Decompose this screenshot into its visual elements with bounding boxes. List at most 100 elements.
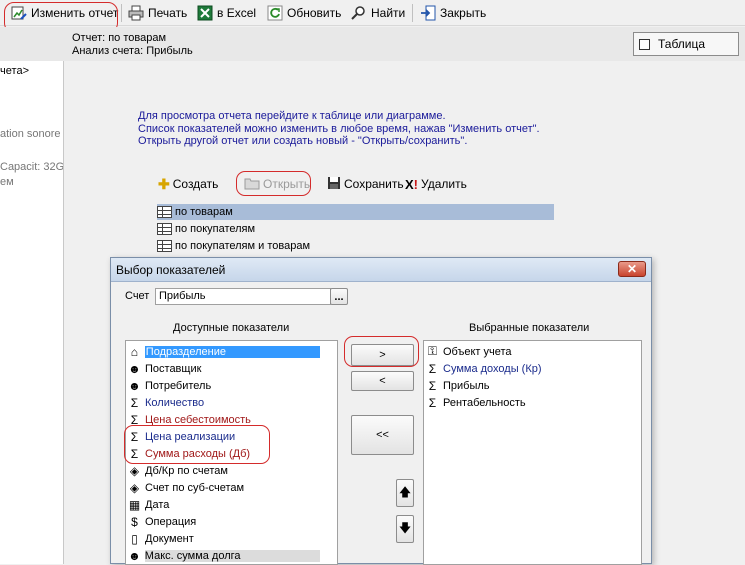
- available-item[interactable]: ⌂ Подразделение: [128, 343, 320, 360]
- dialog-close-button[interactable]: ✕: [618, 261, 646, 277]
- selected-item-label: Сумма доходы (Кр): [443, 362, 542, 375]
- sigma-icon: Σ: [130, 446, 139, 461]
- analysis-account-line: Анализ счета: Прибыль: [72, 45, 193, 57]
- report-list-item[interactable]: по покупателям и товарам: [157, 238, 554, 254]
- print-button[interactable]: Печать: [125, 3, 190, 23]
- table-toggle-label: Таблица: [658, 37, 706, 51]
- change-report-button[interactable]: Изменить отчет: [8, 3, 121, 23]
- available-item[interactable]: ☻ Поставщик: [128, 360, 320, 377]
- printer-icon: [128, 5, 144, 21]
- available-item[interactable]: ☻ Макс. сумма долга: [128, 547, 320, 564]
- remove-label: <: [379, 375, 386, 387]
- find-button[interactable]: Найти: [348, 3, 408, 23]
- create-label: Создать: [172, 177, 219, 191]
- close-report-button[interactable]: Закрыть: [417, 3, 489, 23]
- dollar-icon: $: [131, 514, 138, 529]
- available-item-label: Операция: [145, 515, 197, 528]
- available-item-label: Сумма расходы (Дб): [145, 447, 251, 460]
- account-browse-button[interactable]: ...: [330, 288, 348, 305]
- sigma-icon: Σ: [428, 378, 437, 393]
- available-item-label: Цена реализации: [145, 430, 236, 443]
- remove-all-button[interactable]: <<: [351, 415, 414, 455]
- available-item-label: Подразделение: [144, 345, 320, 358]
- account-value: Прибыль: [159, 290, 206, 302]
- add-indicator-button[interactable]: >: [351, 344, 414, 366]
- sigma-icon: Σ: [428, 361, 437, 376]
- edit-report-icon: [11, 5, 27, 21]
- selected-item[interactable]: ⚿ Объект учета: [426, 343, 512, 360]
- left-panel-text: Capacit: 32Go: [0, 161, 64, 173]
- toolbar-separator: [412, 4, 413, 22]
- available-item[interactable]: ▦ Дата: [128, 496, 320, 513]
- move-down-button[interactable]: 🡇: [396, 515, 414, 543]
- person-icon: ☻: [128, 548, 141, 563]
- selected-list[interactable]: ⚿ Объект учета Σ Сумма доходы (Кр) Σ Прибыль Σ…: [423, 340, 642, 565]
- selected-header: Выбранные показатели: [469, 322, 590, 334]
- account-label: Счет: [125, 290, 150, 302]
- available-item[interactable]: ☻ Потребитель: [128, 377, 320, 394]
- table-icon: [157, 223, 172, 235]
- person-icon: ☻: [128, 361, 141, 376]
- table-toggle[interactable]: Таблица: [633, 32, 739, 56]
- remove-indicator-button[interactable]: <: [351, 371, 414, 391]
- move-up-button[interactable]: 🡅: [396, 479, 414, 507]
- hint-line: Открыть другой отчет или создать новый -…: [138, 135, 468, 147]
- dialog-title-bar[interactable]: Выбор показателей ✕: [111, 258, 651, 282]
- magnifier-icon: [351, 5, 367, 21]
- down-arrow-icon: 🡇: [398, 520, 412, 535]
- selected-item[interactable]: Σ Прибыль: [426, 377, 490, 394]
- available-item[interactable]: ▯ Документ: [128, 530, 320, 547]
- delete-label: Удалить: [421, 177, 467, 191]
- available-item[interactable]: Σ Сумма расходы (Дб): [128, 445, 320, 462]
- available-item-label: Цена себестоимость: [145, 413, 251, 426]
- diamond-icon: ◈: [129, 480, 140, 495]
- sigma-icon: Σ: [130, 429, 139, 444]
- remove-all-label: <<: [376, 429, 389, 441]
- save-button[interactable]: Сохранить: [324, 174, 407, 194]
- floppy-icon: [327, 176, 341, 193]
- diamond-icon: ◈: [129, 463, 140, 478]
- report-name-line: Отчет: по товарам: [72, 32, 167, 44]
- available-item[interactable]: ◈ Счет по суб-счетам: [128, 479, 320, 496]
- available-item-label: Потребитель: [145, 379, 212, 392]
- refresh-button[interactable]: Обновить: [264, 3, 344, 23]
- available-item-label: Количество: [145, 396, 205, 409]
- up-arrow-icon: 🡅: [398, 484, 412, 499]
- excel-button[interactable]: в Excel: [194, 3, 259, 23]
- available-header: Доступные показатели: [173, 322, 290, 334]
- selected-item[interactable]: Σ Сумма доходы (Кр): [426, 360, 542, 377]
- selected-item-label: Рентабельность: [443, 396, 526, 409]
- plus-icon: ✚: [158, 175, 170, 192]
- selected-item-label: Объект учета: [443, 345, 512, 358]
- available-item-label: Дата: [145, 498, 170, 511]
- report-list-label: по товарам: [175, 206, 233, 218]
- report-list-item[interactable]: по покупателям: [157, 221, 554, 237]
- available-item[interactable]: Σ Цена реализации: [128, 428, 320, 445]
- open-button[interactable]: Открыть: [241, 174, 313, 194]
- available-item-label: Счет по суб-счетам: [145, 481, 245, 494]
- available-item[interactable]: Σ Цена себестоимость: [128, 411, 320, 428]
- available-item[interactable]: Σ Количество: [128, 394, 320, 411]
- account-field[interactable]: Прибыль: [155, 288, 331, 305]
- change-report-label: Изменить отчет: [31, 6, 119, 20]
- document-icon: ▯: [131, 531, 138, 546]
- report-list-item[interactable]: по товарам: [157, 204, 554, 220]
- close-icon: ✕: [626, 262, 638, 276]
- hint-line: Список показателей можно изменить в любо…: [138, 123, 540, 135]
- excel-label: в Excel: [217, 6, 257, 20]
- delete-icon: X!: [405, 176, 419, 192]
- available-item[interactable]: $ Операция: [128, 513, 320, 530]
- available-list[interactable]: ⌂ Подразделение ☻ Поставщик ☻ Потребитель Σ Кол…: [125, 340, 338, 565]
- home-icon: ⌂: [130, 344, 139, 359]
- delete-button[interactable]: X! Удалить: [402, 174, 470, 194]
- available-item[interactable]: ◈ Дб/Кр по счетам: [128, 462, 320, 479]
- find-label: Найти: [371, 6, 406, 20]
- report-list-label: по покупателям и товарам: [175, 240, 311, 252]
- selected-item[interactable]: Σ Рентабельность: [426, 394, 526, 411]
- table-checkbox[interactable]: [639, 38, 650, 50]
- folder-icon: [244, 176, 260, 193]
- excel-icon: [197, 5, 213, 21]
- table-icon: [157, 206, 172, 218]
- left-panel: четa> ation sonore S Capacit: 32Go ем: [0, 61, 64, 564]
- create-button[interactable]: ✚ Создать: [155, 174, 221, 194]
